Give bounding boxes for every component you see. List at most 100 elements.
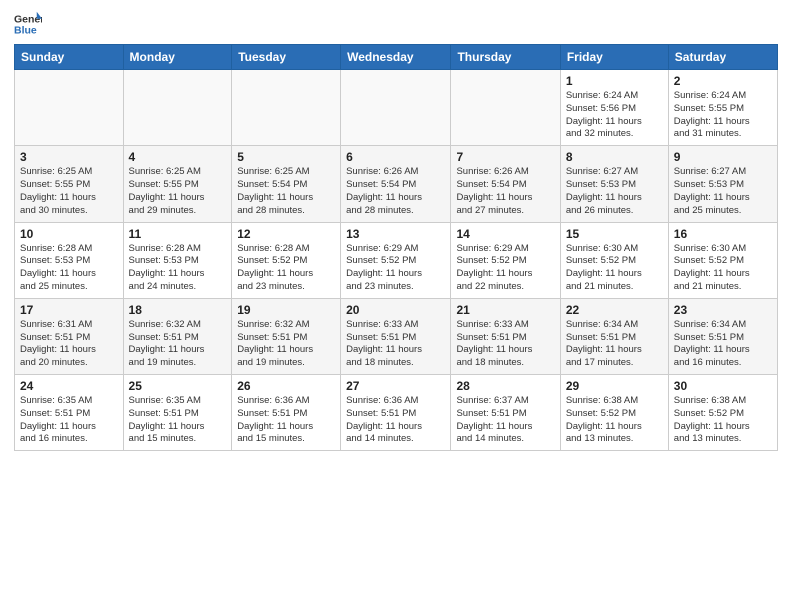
calendar-cell: 14 Sunrise: 6:29 AM Sunset: 5:52 PM Dayli… <box>451 222 560 298</box>
day-number: 19 <box>237 303 335 317</box>
calendar-cell: 13 Sunrise: 6:29 AM Sunset: 5:52 PM Dayli… <box>341 222 451 298</box>
day-number: 5 <box>237 150 335 164</box>
calendar-cell: 15 Sunrise: 6:30 AM Sunset: 5:52 PM Dayli… <box>560 222 668 298</box>
svg-text:Blue: Blue <box>14 25 37 37</box>
day-info: Sunrise: 6:32 AM Sunset: 5:51 PM Dayligh… <box>237 319 335 370</box>
calendar-cell: 29Sunrise: 6:38 AM Sunset: 5:52 PM Dayli… <box>560 375 668 451</box>
calendar-cell: 4 Sunrise: 6:25 AM Sunset: 5:55 PM Daylig… <box>123 146 232 222</box>
day-info: Sunrise: 6:24 AM Sunset: 5:56 PM Dayligh… <box>566 90 663 141</box>
day-info: Sunrise: 6:25 AM Sunset: 5:55 PM Dayligh… <box>129 166 227 217</box>
calendar-cell: 6 Sunrise: 6:26 AM Sunset: 5:54 PM Daylig… <box>341 146 451 222</box>
day-number: 11 <box>129 227 227 241</box>
day-info: Sunrise: 6:34 AM Sunset: 5:51 PM Dayligh… <box>674 319 772 370</box>
weekday-header-tuesday: Tuesday <box>232 45 341 70</box>
day-number: 4 <box>129 150 227 164</box>
day-info: Sunrise: 6:32 AM Sunset: 5:51 PM Dayligh… <box>129 319 227 370</box>
calendar-cell: 2 Sunrise: 6:24 AM Sunset: 5:55 PM Daylig… <box>668 70 777 146</box>
calendar-week-2: 3 Sunrise: 6:25 AM Sunset: 5:55 PM Daylig… <box>15 146 778 222</box>
day-info: Sunrise: 6:33 AM Sunset: 5:51 PM Dayligh… <box>456 319 554 370</box>
calendar-cell: 25 Sunrise: 6:35 AM Sunset: 5:51 PM Dayli… <box>123 375 232 451</box>
day-number: 17 <box>20 303 118 317</box>
day-info: Sunrise: 6:35 AM Sunset: 5:51 PM Dayligh… <box>20 395 118 446</box>
calendar-cell: 27 Sunrise: 6:36 AM Sunset: 5:51 PM Dayli… <box>341 375 451 451</box>
weekday-header-thursday: Thursday <box>451 45 560 70</box>
calendar-cell <box>232 70 341 146</box>
header: General Blue <box>14 10 778 38</box>
day-number: 21 <box>456 303 554 317</box>
day-info: Sunrise: 6:36 AM Sunset: 5:51 PM Dayligh… <box>346 395 445 446</box>
day-info: Sunrise: 6:38 AM Sunset: 5:52 PM Dayligh… <box>674 395 772 446</box>
day-info: Sunrise: 6:27 AM Sunset: 5:53 PM Dayligh… <box>674 166 772 217</box>
weekday-header-monday: Monday <box>123 45 232 70</box>
weekday-header-wednesday: Wednesday <box>341 45 451 70</box>
day-info: Sunrise: 6:24 AM Sunset: 5:55 PM Dayligh… <box>674 90 772 141</box>
day-info: Sunrise: 6:28 AM Sunset: 5:52 PM Dayligh… <box>237 243 335 294</box>
calendar-cell: 18 Sunrise: 6:32 AM Sunset: 5:51 PM Dayli… <box>123 298 232 374</box>
day-number: 25 <box>129 379 227 393</box>
calendar-week-4: 17 Sunrise: 6:31 AM Sunset: 5:51 PM Dayli… <box>15 298 778 374</box>
day-info: Sunrise: 6:29 AM Sunset: 5:52 PM Dayligh… <box>346 243 445 294</box>
calendar-cell: 1 Sunrise: 6:24 AM Sunset: 5:56 PM Daylig… <box>560 70 668 146</box>
day-number: 3 <box>20 150 118 164</box>
calendar-cell: 17 Sunrise: 6:31 AM Sunset: 5:51 PM Dayli… <box>15 298 124 374</box>
day-info: Sunrise: 6:25 AM Sunset: 5:54 PM Dayligh… <box>237 166 335 217</box>
logo-icon: General Blue <box>14 10 42 38</box>
day-info: Sunrise: 6:30 AM Sunset: 5:52 PM Dayligh… <box>566 243 663 294</box>
day-number: 2 <box>674 74 772 88</box>
day-number: 27 <box>346 379 445 393</box>
calendar-cell: 5 Sunrise: 6:25 AM Sunset: 5:54 PM Daylig… <box>232 146 341 222</box>
calendar-header-row: SundayMondayTuesdayWednesdayThursdayFrid… <box>15 45 778 70</box>
day-info: Sunrise: 6:25 AM Sunset: 5:55 PM Dayligh… <box>20 166 118 217</box>
day-number: 7 <box>456 150 554 164</box>
logo: General Blue <box>14 10 42 38</box>
weekday-header-saturday: Saturday <box>668 45 777 70</box>
day-number: 22 <box>566 303 663 317</box>
calendar-cell <box>341 70 451 146</box>
day-number: 1 <box>566 74 663 88</box>
day-number: 18 <box>129 303 227 317</box>
calendar-cell <box>123 70 232 146</box>
calendar-cell: 19 Sunrise: 6:32 AM Sunset: 5:51 PM Dayli… <box>232 298 341 374</box>
calendar-cell: 28Sunrise: 6:37 AM Sunset: 5:51 PM Dayli… <box>451 375 560 451</box>
day-info: Sunrise: 6:33 AM Sunset: 5:51 PM Dayligh… <box>346 319 445 370</box>
calendar-cell <box>451 70 560 146</box>
calendar-cell: 24 Sunrise: 6:35 AM Sunset: 5:51 PM Dayli… <box>15 375 124 451</box>
calendar-cell: 26Sunrise: 6:36 AM Sunset: 5:51 PM Dayli… <box>232 375 341 451</box>
day-number: 8 <box>566 150 663 164</box>
day-number: 23 <box>674 303 772 317</box>
calendar-week-3: 10Sunrise: 6:28 AM Sunset: 5:53 PM Dayli… <box>15 222 778 298</box>
day-info: Sunrise: 6:26 AM Sunset: 5:54 PM Dayligh… <box>346 166 445 217</box>
calendar-week-1: 1 Sunrise: 6:24 AM Sunset: 5:56 PM Daylig… <box>15 70 778 146</box>
day-number: 13 <box>346 227 445 241</box>
weekday-header-sunday: Sunday <box>15 45 124 70</box>
day-number: 26 <box>237 379 335 393</box>
calendar-cell: 11Sunrise: 6:28 AM Sunset: 5:53 PM Dayli… <box>123 222 232 298</box>
day-number: 10 <box>20 227 118 241</box>
day-number: 20 <box>346 303 445 317</box>
day-info: Sunrise: 6:27 AM Sunset: 5:53 PM Dayligh… <box>566 166 663 217</box>
day-info: Sunrise: 6:29 AM Sunset: 5:52 PM Dayligh… <box>456 243 554 294</box>
day-number: 6 <box>346 150 445 164</box>
calendar: SundayMondayTuesdayWednesdayThursdayFrid… <box>14 44 778 451</box>
day-info: Sunrise: 6:30 AM Sunset: 5:52 PM Dayligh… <box>674 243 772 294</box>
day-info: Sunrise: 6:34 AM Sunset: 5:51 PM Dayligh… <box>566 319 663 370</box>
day-info: Sunrise: 6:31 AM Sunset: 5:51 PM Dayligh… <box>20 319 118 370</box>
calendar-cell: 30 Sunrise: 6:38 AM Sunset: 5:52 PM Dayli… <box>668 375 777 451</box>
calendar-cell: 9 Sunrise: 6:27 AM Sunset: 5:53 PM Daylig… <box>668 146 777 222</box>
day-number: 30 <box>674 379 772 393</box>
calendar-cell: 3 Sunrise: 6:25 AM Sunset: 5:55 PM Daylig… <box>15 146 124 222</box>
calendar-cell: 8 Sunrise: 6:27 AM Sunset: 5:53 PM Daylig… <box>560 146 668 222</box>
calendar-cell: 23 Sunrise: 6:34 AM Sunset: 5:51 PM Dayli… <box>668 298 777 374</box>
day-number: 24 <box>20 379 118 393</box>
calendar-cell <box>15 70 124 146</box>
day-number: 9 <box>674 150 772 164</box>
calendar-cell: 7 Sunrise: 6:26 AM Sunset: 5:54 PM Daylig… <box>451 146 560 222</box>
day-number: 15 <box>566 227 663 241</box>
calendar-cell: 10Sunrise: 6:28 AM Sunset: 5:53 PM Dayli… <box>15 222 124 298</box>
day-info: Sunrise: 6:26 AM Sunset: 5:54 PM Dayligh… <box>456 166 554 217</box>
day-number: 28 <box>456 379 554 393</box>
day-info: Sunrise: 6:35 AM Sunset: 5:51 PM Dayligh… <box>129 395 227 446</box>
day-number: 14 <box>456 227 554 241</box>
day-number: 29 <box>566 379 663 393</box>
calendar-cell: 22 Sunrise: 6:34 AM Sunset: 5:51 PM Dayli… <box>560 298 668 374</box>
